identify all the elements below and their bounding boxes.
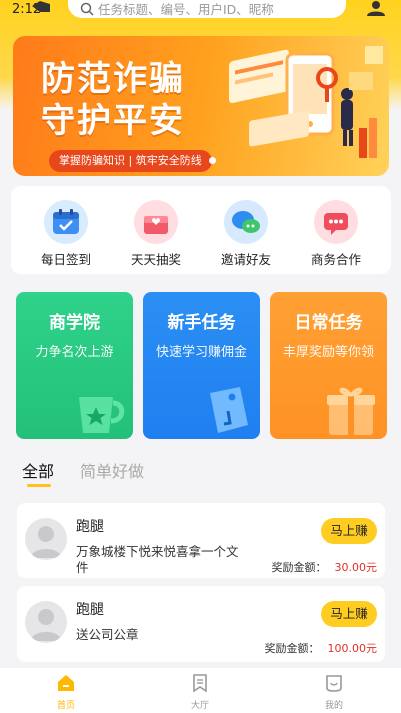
banner-title: 防范诈骗 守护平安 xyxy=(41,58,185,142)
feature-subtitle: 丰厚奖励等你领 xyxy=(282,345,374,360)
tag-icon xyxy=(210,387,248,433)
task-title: 跑腿 xyxy=(76,602,104,618)
feature-title: 新手任务 xyxy=(167,313,236,333)
feature-card-business-school[interactable]: 商学院 力争名次上游 xyxy=(16,292,133,439)
feature-card-newbie-tasks[interactable]: 新手任务 快速学习赚佣金 xyxy=(143,292,260,439)
promo-banner[interactable]: 防范诈骗 守护平安 掌握防骗知识 | 筑牢安全防线 xyxy=(13,36,389,176)
task-tabs: 全部 简单好做 xyxy=(22,458,382,488)
tab-all[interactable]: 全部 xyxy=(22,458,54,482)
active-tab-indicator xyxy=(27,484,51,487)
earn-now-button[interactable]: 马上赚 xyxy=(321,601,377,627)
reward-label: 奖励金额： xyxy=(271,561,327,574)
gift-box-icon xyxy=(134,200,178,244)
banner-title-line1: 防范诈骗 xyxy=(41,59,185,99)
task-item[interactable]: 跑腿 万象城楼下悦来悦喜拿一个文件 马上赚 奖励金额： 30.00元 xyxy=(17,503,385,578)
avatar xyxy=(25,601,67,643)
home-icon xyxy=(58,675,74,691)
reward-info: 奖励金额： 100.00元 xyxy=(265,640,378,656)
quick-item-invite-friends[interactable]: 邀请好友 xyxy=(206,200,286,268)
chat-bubble-icon xyxy=(224,200,268,244)
user-profile-icon[interactable] xyxy=(363,0,389,16)
bottom-navigation: 首页 大厅 我的 xyxy=(0,668,401,713)
task-description: 万象城楼下悦来悦喜拿一个文件 xyxy=(76,544,239,575)
banner-title-line2: 守护平安 xyxy=(41,101,185,141)
message-icon xyxy=(314,200,358,244)
feature-subtitle: 力争名次上游 xyxy=(35,345,114,360)
reward-amount: 30.00元 xyxy=(334,561,378,574)
feature-title: 日常任务 xyxy=(294,313,363,333)
anti-fraud-illustration xyxy=(229,46,383,158)
quick-label: 每日签到 xyxy=(40,252,91,267)
quick-label: 商务合作 xyxy=(310,252,361,267)
banner-tagline: 掌握防骗知识 | 筑牢安全防线 xyxy=(49,150,212,172)
reward-amount: 100.00元 xyxy=(327,642,378,655)
nav-label: 我的 xyxy=(324,701,343,711)
gift-icon xyxy=(327,387,375,435)
nav-hall[interactable]: 大厅 xyxy=(170,673,230,711)
task-title: 跑腿 xyxy=(76,519,104,535)
bookmark-icon xyxy=(193,674,207,693)
back-arrow-icon[interactable] xyxy=(30,0,52,14)
nav-label: 首页 xyxy=(56,701,75,711)
feature-card-daily-tasks[interactable]: 日常任务 丰厚奖励等你领 xyxy=(270,292,387,439)
nav-mine[interactable]: 我的 xyxy=(304,673,364,711)
default-avatar-icon xyxy=(31,609,61,641)
search-icon xyxy=(80,2,94,16)
earn-now-button[interactable]: 马上赚 xyxy=(321,518,377,544)
quick-actions-card: 每日签到 天天抽奖 邀请好友 商务合作 xyxy=(11,186,391,274)
quick-item-daily-lottery[interactable]: 天天抽奖 xyxy=(116,200,196,268)
nav-home[interactable]: 首页 xyxy=(36,673,96,711)
calendar-icon xyxy=(44,200,88,244)
search-input[interactable] xyxy=(98,1,328,17)
trophy-icon xyxy=(79,397,125,433)
nav-label: 大厅 xyxy=(190,701,209,711)
task-item[interactable]: 跑腿 送公司公章 马上赚 奖励金额： 100.00元 xyxy=(17,586,385,662)
quick-label: 天天抽奖 xyxy=(130,252,181,267)
tab-easy[interactable]: 简单好做 xyxy=(80,458,144,482)
avatar xyxy=(25,518,67,560)
quick-item-business-coop[interactable]: 商务合作 xyxy=(296,200,376,268)
quick-item-daily-checkin[interactable]: 每日签到 xyxy=(26,200,106,268)
feature-subtitle: 快速学习赚佣金 xyxy=(155,345,247,360)
smile-face-icon xyxy=(326,675,342,692)
task-description: 送公司公章 xyxy=(76,627,139,642)
reward-label: 奖励金额： xyxy=(264,642,320,655)
default-avatar-icon xyxy=(31,526,61,558)
reward-info: 奖励金额： 30.00元 xyxy=(272,559,378,575)
quick-label: 邀请好友 xyxy=(220,252,271,267)
search-bar[interactable] xyxy=(68,0,346,18)
feature-title: 商学院 xyxy=(49,313,100,333)
